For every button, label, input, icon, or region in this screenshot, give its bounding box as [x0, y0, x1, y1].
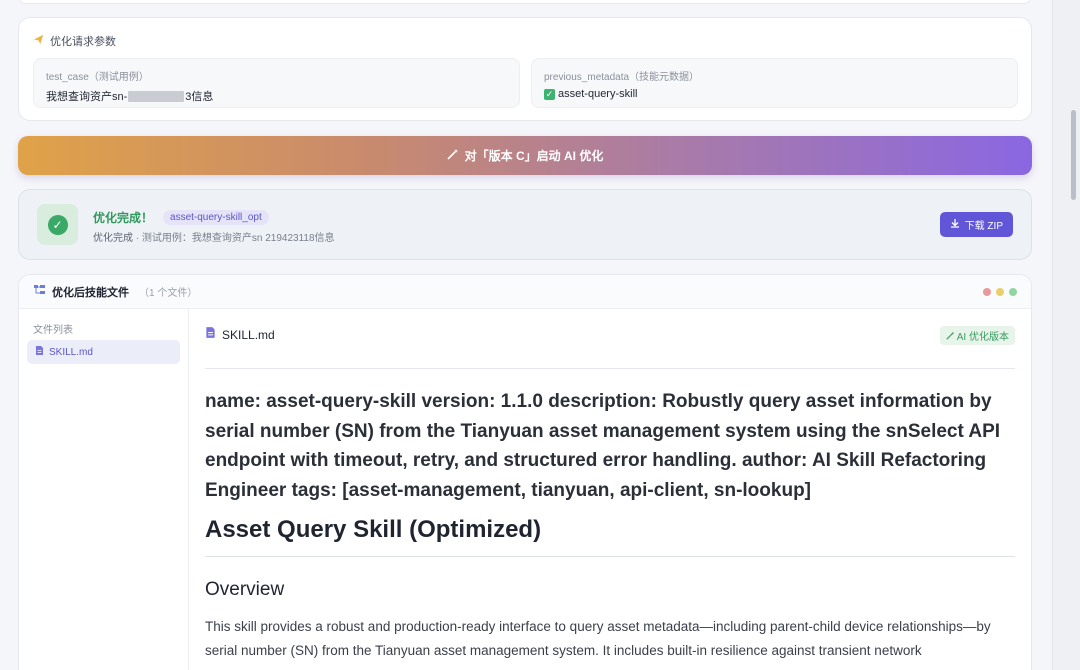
file-list-sidebar: 文件列表 SKILL.md — [19, 309, 189, 670]
skill-name-badge: asset-query-skill_opt — [163, 210, 269, 225]
file-list-label: 文件列表 — [33, 325, 73, 336]
previous-card — [18, 0, 1032, 4]
test-case-value: 我想查询资产sn- 3信息 — [46, 88, 507, 104]
files-panel-header: 优化后技能文件 （1 个文件） — [19, 275, 1031, 309]
divider — [205, 368, 1015, 369]
preview-filename: SKILL.md — [222, 328, 275, 342]
ai-optimized-badge: AI 优化版本 — [939, 326, 1015, 345]
metadata-label: previous_metadata（技能元数据） — [544, 72, 700, 83]
file-item-skill-md[interactable]: SKILL.md — [27, 340, 180, 364]
yellow-dot-icon — [996, 288, 1004, 296]
test-case-field: test_case（测试用例） 我想查询资产sn- 3信息 — [33, 58, 520, 108]
file-tree-icon — [33, 284, 46, 299]
file-count: （1 个文件） — [139, 288, 198, 299]
metadata-field: previous_metadata（技能元数据） ✓ asset-query-s… — [531, 58, 1018, 108]
preview-header: SKILL.md AI 优化版本 — [205, 326, 1015, 345]
download-icon — [950, 218, 960, 231]
success-icon-box: ✓ — [37, 204, 78, 245]
file-icon — [35, 345, 44, 359]
params-title: 优化请求参数 — [50, 36, 116, 48]
file-icon — [205, 326, 216, 344]
metadata-value-row: ✓ asset-query-skill — [544, 88, 1005, 100]
file-preview: SKILL.md AI 优化版本 name: asset-query-skill… — [205, 309, 1015, 670]
result-title-row: 优化完成！ asset-query-skill_opt — [93, 209, 269, 226]
window-dots — [983, 288, 1017, 296]
scrollbar-track[interactable] — [1052, 0, 1080, 670]
test-case-label: test_case（测试用例） — [46, 72, 149, 83]
optimize-result-card: ✓ 优化完成！ asset-query-skill_opt 优化完成 · 测试用… — [18, 189, 1032, 260]
result-status: 优化完成 — [93, 233, 133, 244]
metadata-value: asset-query-skill — [558, 88, 638, 100]
result-detail: · 测试用例：我想查询资产sn 219423118信息 — [135, 233, 335, 244]
check-mark-icon: ✓ — [544, 88, 555, 100]
skill-frontmatter: name: asset-query-skill version: 1.1.0 d… — [205, 391, 1001, 501]
download-zip-button[interactable]: 下载 ZIP — [939, 212, 1013, 237]
result-subtitle: 优化完成 · 测试用例：我想查询资产sn 219423118信息 — [93, 229, 335, 244]
optimized-files-panel: 优化后技能文件 （1 个文件） 文件列表 SKILL.md SKILL.md A… — [18, 274, 1032, 670]
test-case-prefix: 我想查询资产sn- — [46, 91, 128, 103]
download-label: 下载 ZIP — [964, 221, 1003, 232]
send-icon — [33, 34, 44, 48]
document-title: Asset Query Skill (Optimized) — [205, 516, 542, 543]
optimize-button-label: 对「版本 C」启动 AI 优化 — [464, 149, 604, 163]
ai-badge-label: AI 优化版本 — [956, 332, 1009, 343]
green-dot-icon — [1009, 288, 1017, 296]
magic-wand-icon — [447, 148, 459, 163]
section-heading-overview: Overview — [205, 579, 285, 600]
redacted-block — [128, 90, 185, 102]
files-panel-title: 优化后技能文件 — [52, 286, 129, 299]
result-title: 优化完成！ — [93, 211, 154, 225]
test-case-suffix: 3信息 — [185, 91, 214, 103]
divider — [205, 556, 1015, 557]
params-header: 优化请求参数 — [33, 33, 116, 49]
file-item-label: SKILL.md — [49, 346, 93, 358]
scrollbar-thumb[interactable] — [1071, 110, 1076, 200]
overview-paragraph: This skill provides a robust and product… — [205, 619, 991, 658]
red-dot-icon — [983, 288, 991, 296]
magic-wand-icon — [945, 331, 957, 343]
start-ai-optimize-button[interactable]: 对「版本 C」启动 AI 优化 — [18, 136, 1032, 175]
request-params-card: 优化请求参数 test_case（测试用例） 我想查询资产sn- 3信息 pre… — [18, 17, 1032, 121]
check-circle-icon: ✓ — [47, 214, 68, 235]
